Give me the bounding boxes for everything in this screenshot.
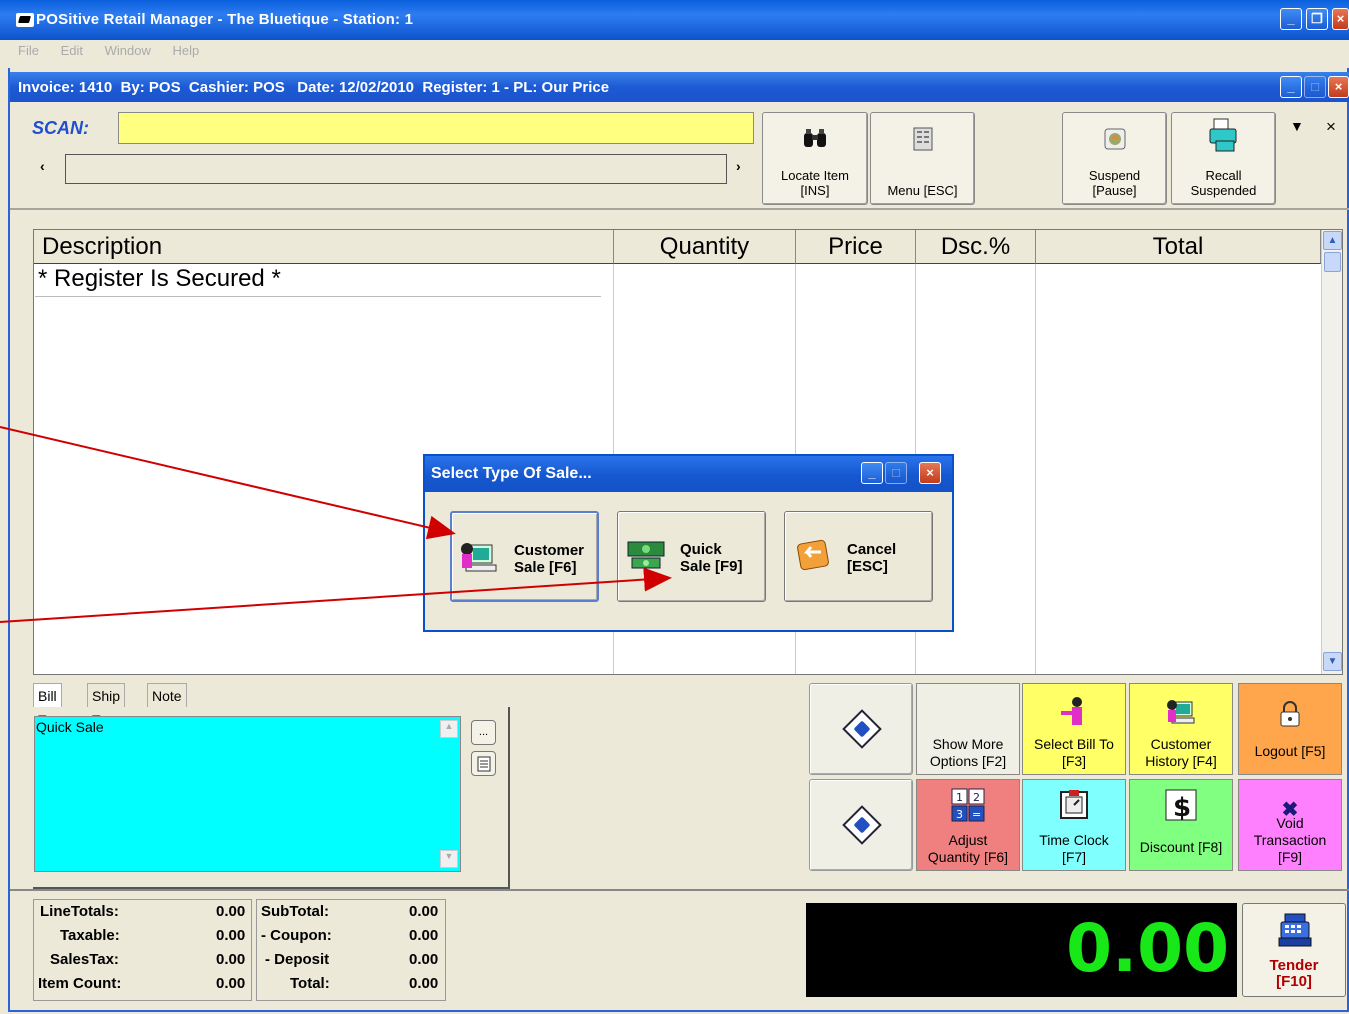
browse-button[interactable]: ... [471,720,496,745]
subtotal-value: 0.00 [409,903,439,920]
void-transaction-label: Void Transaction [F9] [1253,815,1327,865]
taxable-label: Taxable: [60,927,120,944]
discount-label: Discount [F8] [1139,839,1223,855]
tab-note[interactable]: Note [147,683,187,707]
sales-tax-label: SalesTax: [50,951,119,968]
person-pointing-icon [1057,696,1091,735]
coupon-value: 0.00 [409,927,439,944]
annotation-arrow-quick [0,567,672,623]
customer-computer-icon [1164,696,1198,735]
bill-to-textarea[interactable] [34,716,461,872]
time-clock-button[interactable]: Time Clock [F7] [1022,779,1126,871]
svg-text:1: 1 [956,791,963,804]
adjust-quantity-label: Adjust Quantity [F6] [927,832,1009,865]
padlock-icon [1279,700,1301,735]
customer-history-button[interactable]: Customer History [F4] [1129,683,1233,775]
tab-ship-to[interactable]: Ship To [87,683,126,728]
down-arrow-icon [842,805,882,845]
bill-to-scrollbar[interactable]: ▲ ▼ [440,720,458,868]
move-up-button[interactable] [809,683,913,775]
number-keypad-icon: 1 2 3 = [951,788,985,829]
time-clock-label: Time Clock [F7] [1039,832,1109,865]
deposit-value: 0.00 [409,951,439,968]
svg-text:$: $ [1173,793,1191,822]
tender-button[interactable]: Tender [F10] [1242,903,1346,997]
show-more-label: Show More Options [F2] [929,736,1007,769]
up-arrow-icon [842,709,882,749]
bill-to-text: Quick Sale [36,719,104,735]
item-count-value: 0.00 [216,975,246,992]
item-count-label: Item Count: [38,975,122,992]
adjust-quantity-button[interactable]: 1 2 3 = Adjust Quantity [F6] [916,779,1020,871]
subtotal-label: SubTotal: [261,903,330,920]
bill-scroll-down-icon[interactable]: ▼ [440,850,458,868]
cash-register-icon [1277,912,1313,951]
svg-text:2: 2 [973,791,980,804]
amount-display-value: 0.00 [1066,910,1229,987]
logout-label: Logout [F5] [1254,743,1326,759]
deposit-label: - Deposit [265,951,330,968]
line-totals-value: 0.00 [216,903,246,920]
tender-label: Tender [F10] [1269,957,1319,990]
footer-divider [10,889,1349,891]
taxable-value: 0.00 [216,927,246,944]
svg-text:=: = [972,808,981,821]
svg-text:3: 3 [956,808,963,821]
annotation-arrow-customer [0,426,456,540]
dollar-sign-icon: $ [1164,788,1198,829]
document-icon [477,756,490,772]
amount-display: 0.00 [806,903,1237,997]
line-totals-label: LineTotals: [40,903,119,920]
move-down-button[interactable] [809,779,913,871]
discount-button[interactable]: $ Discount [F8] [1129,779,1233,871]
select-bill-to-button[interactable]: Select Bill To [F3] [1022,683,1126,775]
void-transaction-button[interactable]: ✖ Void Transaction [F9] [1238,779,1342,871]
coupon-label: - Coupon: [261,927,332,944]
select-bill-to-label: Select Bill To [F3] [1034,736,1114,769]
total-value: 0.00 [409,975,439,992]
total-label: Total: [290,975,330,992]
bill-scroll-up-icon[interactable]: ▲ [440,720,458,738]
logout-button[interactable]: Logout [F5] [1238,683,1342,775]
sales-tax-value: 0.00 [216,951,246,968]
customer-history-label: Customer History [F4] [1145,736,1217,769]
show-more-options-button[interactable]: Show More Options [F2] [916,683,1020,775]
tab-bill-to[interactable]: Bill To [33,683,62,728]
time-clock-icon [1057,788,1091,829]
document-button[interactable] [471,751,496,776]
